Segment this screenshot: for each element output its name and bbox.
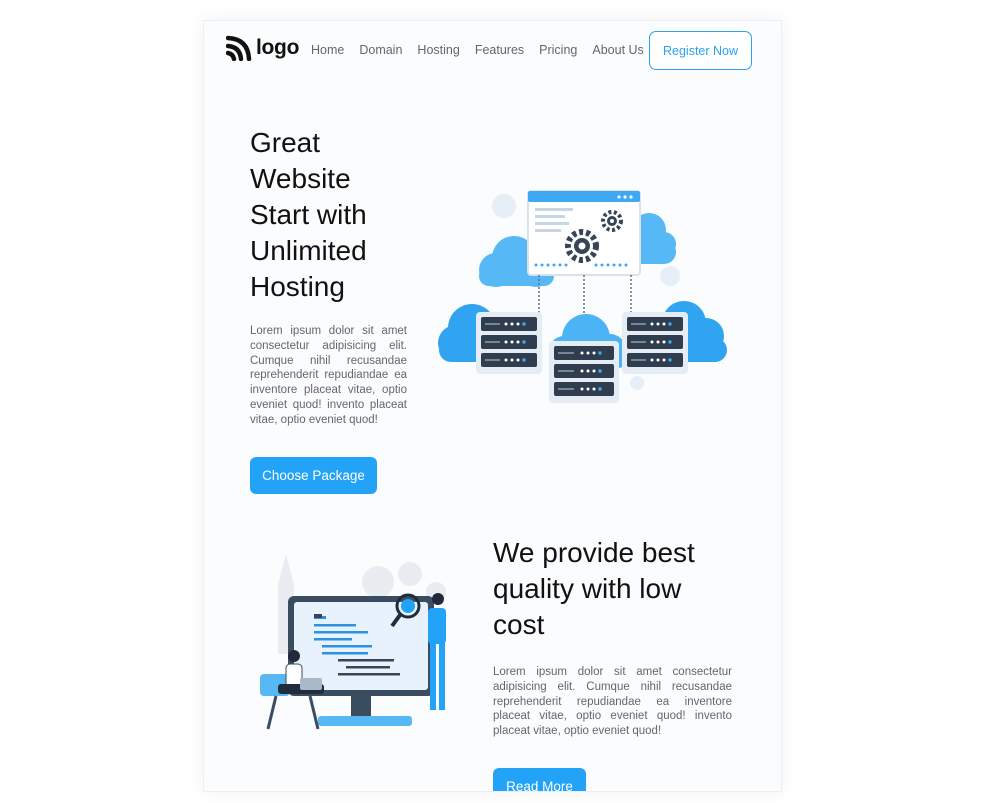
landing-page: logo Home Domain Hosting Features Pricin…	[203, 20, 782, 792]
developer-illustration	[260, 554, 446, 730]
navbar: logo Home Domain Hosting Features Pricin…	[204, 21, 781, 81]
nav-features[interactable]: Features	[475, 43, 524, 57]
logo-mark-icon	[226, 35, 252, 61]
hero-title: Great Website Start with Unlimited Hosti…	[250, 127, 367, 302]
register-button[interactable]: Register Now	[649, 31, 752, 70]
cloud-hosting-illustration	[438, 190, 727, 403]
quality-title: We provide best quality with low cost	[493, 537, 695, 640]
hero-description: Lorem ipsum dolor sit amet consectetur a…	[250, 325, 407, 426]
nav-menu: Home Domain Hosting Features Pricing Abo…	[311, 43, 659, 57]
choose-package-button[interactable]: Choose Package	[250, 457, 377, 494]
nav-home[interactable]: Home	[311, 43, 344, 57]
read-more-button[interactable]: Read More	[493, 768, 586, 791]
logo-text: logo	[256, 36, 300, 59]
nav-pricing[interactable]: Pricing	[539, 43, 577, 57]
nav-about-us[interactable]: About Us	[592, 43, 643, 57]
quality-description: Lorem ipsum dolor sit amet consectetur a…	[493, 666, 732, 738]
nav-domain[interactable]: Domain	[359, 43, 402, 57]
logo[interactable]: logo	[226, 35, 299, 61]
nav-hosting[interactable]: Hosting	[417, 43, 459, 57]
